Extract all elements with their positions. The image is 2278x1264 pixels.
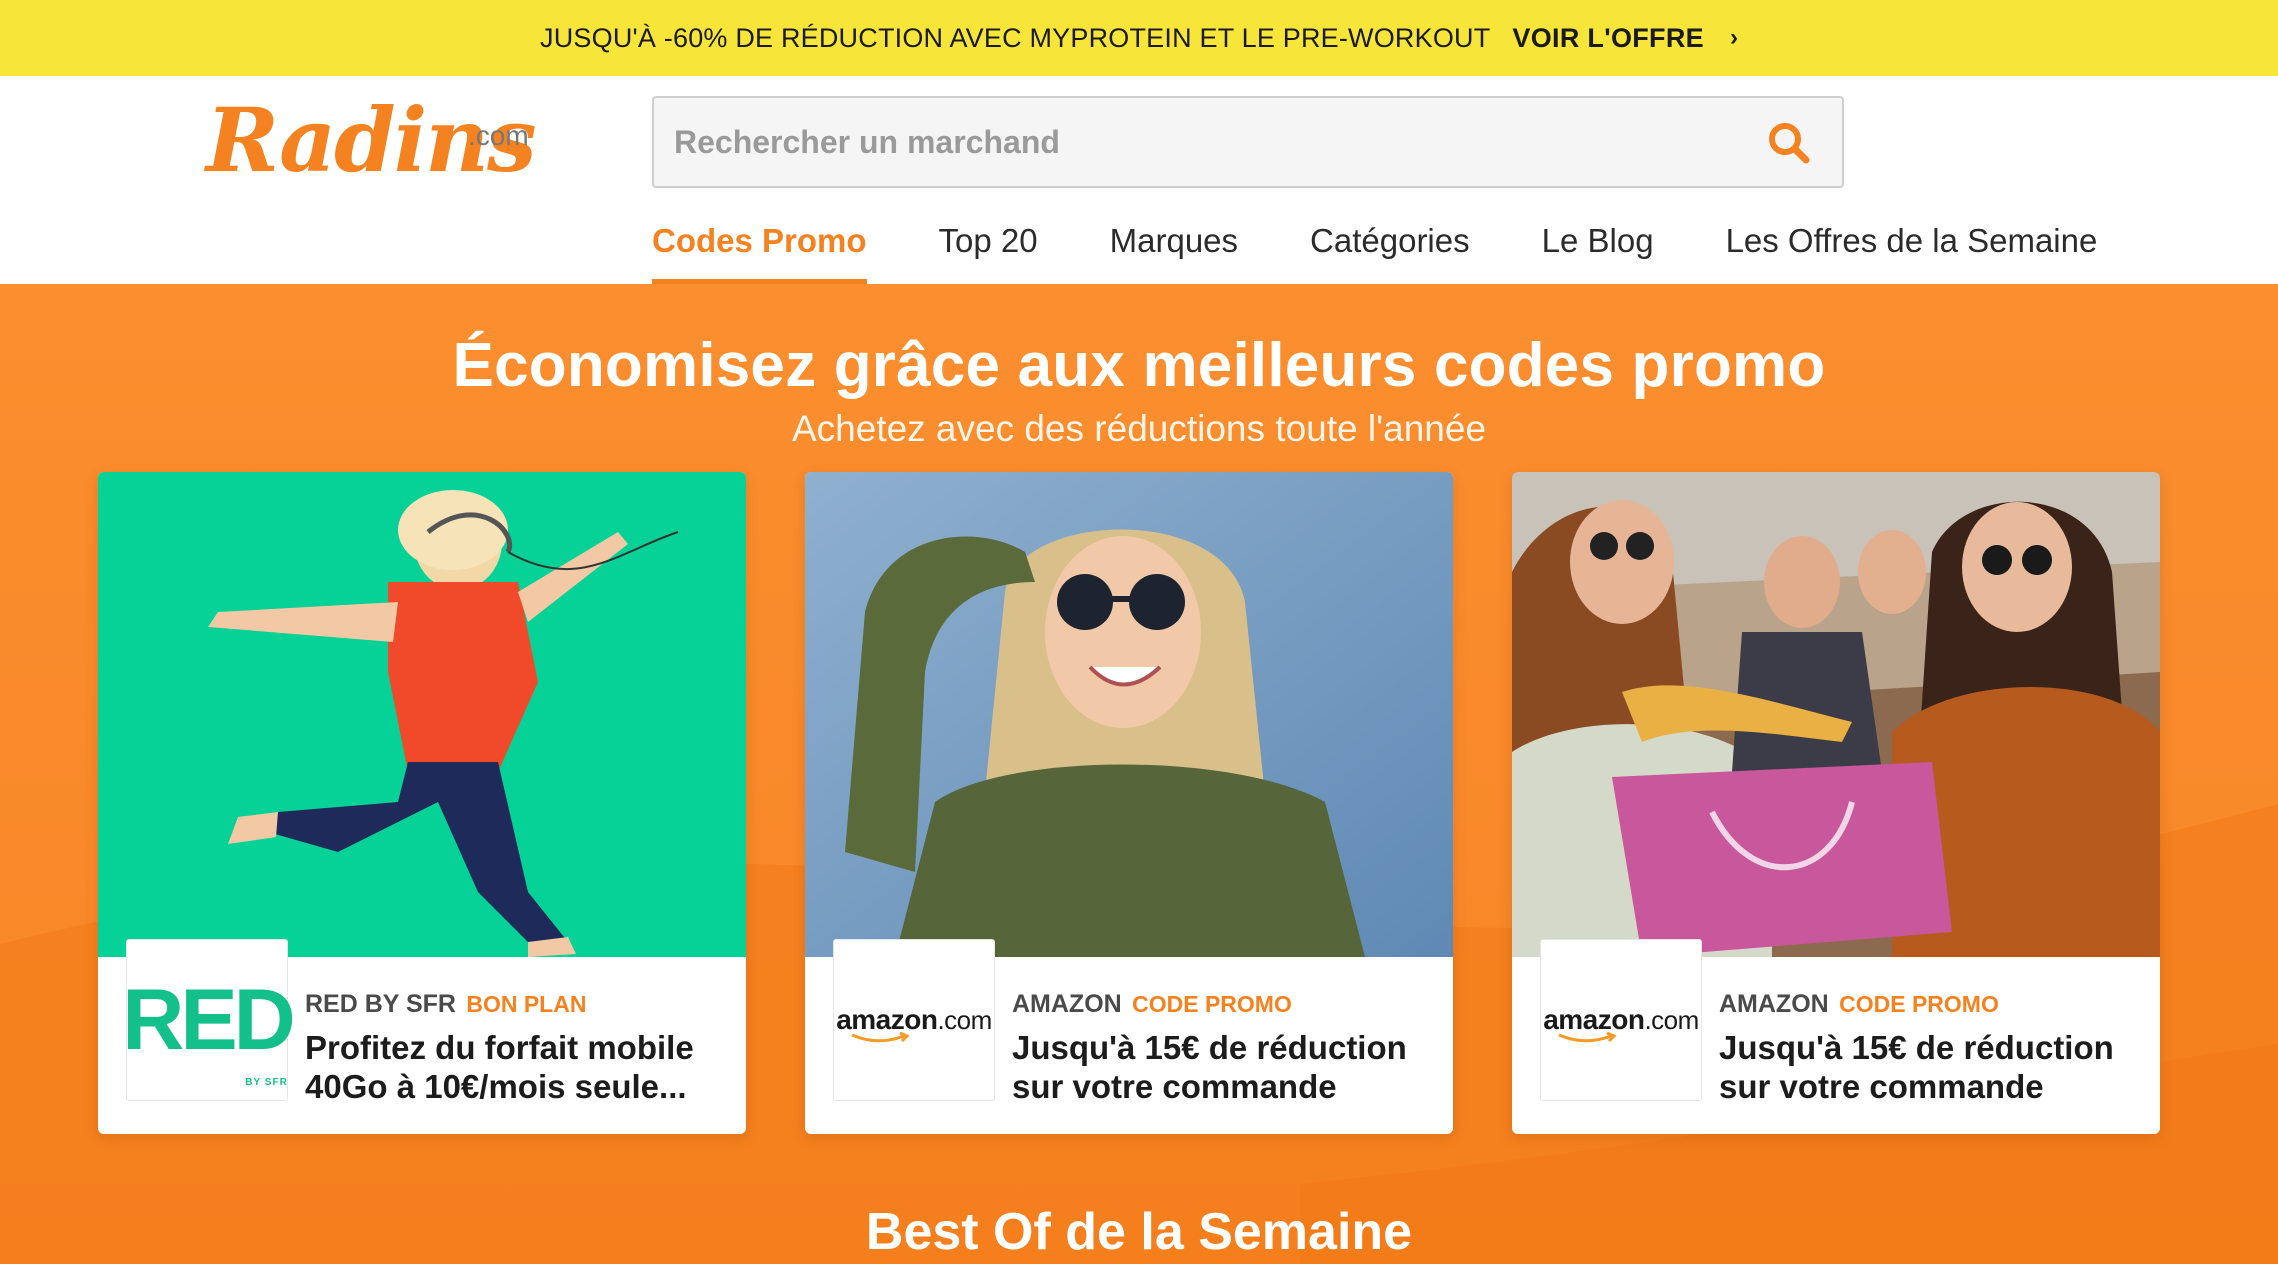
site-logo-suffix: .com xyxy=(468,120,529,151)
chevron-right-icon: › xyxy=(1729,24,1738,51)
red-by-sfr-logo: RED BY SFR xyxy=(122,971,296,1088)
hero-section: Économisez grâce aux meilleurs codes pro… xyxy=(0,284,2278,1264)
nav-item-categories[interactable]: Catégories xyxy=(1310,218,1470,284)
search-box xyxy=(652,96,1844,188)
amazon-smile-icon xyxy=(1558,1032,1617,1043)
offer-type: CODE PROMO xyxy=(1132,991,1292,1017)
nav-item-marques[interactable]: Marques xyxy=(1110,218,1238,284)
merchant-logo[interactable]: amazon.com xyxy=(1540,939,1702,1101)
offer-description[interactable]: Jusqu'à 15€ de réduction sur votre comma… xyxy=(1719,1028,2139,1106)
merchant-name: RED BY SFR xyxy=(305,990,456,1018)
search-input[interactable] xyxy=(654,98,1754,186)
nav-item-offres-semaine[interactable]: Les Offres de la Semaine xyxy=(1726,218,2098,284)
nav-item-codes-promo[interactable]: Codes Promo xyxy=(652,218,867,284)
offer-image[interactable] xyxy=(98,472,746,957)
hero-subtitle: Achetez avec des réductions toute l'anné… xyxy=(791,408,1487,449)
merchant-logo[interactable]: RED BY SFR xyxy=(122,939,296,1101)
offer-meta: RED BY SFR BON PLAN xyxy=(305,990,586,1019)
merchant-name: AMAZON xyxy=(1719,990,1829,1018)
merchant-name: AMAZON xyxy=(1012,990,1122,1018)
section-title-best-of: Best Of de la Semaine xyxy=(865,1203,1413,1261)
offer-description[interactable]: Profitez du forfait mobile 40Go à 10€/mo… xyxy=(305,1028,725,1106)
offer-card[interactable]: RED BY SFR RED BY SFR BON PLAN Profitez … xyxy=(98,472,746,1134)
main-nav: Codes Promo Top 20 Marques Catégories Le… xyxy=(652,218,2097,284)
nav-item-top-20[interactable]: Top 20 xyxy=(939,218,1038,284)
offer-image[interactable] xyxy=(1512,472,2160,957)
offer-card[interactable]: amazon.com AMAZON CODE PROMO Jusqu'à 15€… xyxy=(805,472,1453,1134)
promo-banner-cta[interactable]: VOIR L'OFFRE xyxy=(1512,23,1704,54)
offer-image[interactable] xyxy=(805,472,1453,957)
hero-title: Économisez grâce aux meilleurs codes pro… xyxy=(452,331,1826,400)
amazon-logo: amazon.com xyxy=(836,1004,992,1043)
amazon-logo: amazon.com xyxy=(1543,1004,1699,1043)
promo-banner[interactable]: JUSQU'À -60% DE RÉDUCTION AVEC MYPROTEIN… xyxy=(0,0,2278,76)
offer-meta: AMAZON CODE PROMO xyxy=(1012,990,1292,1019)
offer-type: CODE PROMO xyxy=(1839,991,1999,1017)
offer-description[interactable]: Jusqu'à 15€ de réduction sur votre comma… xyxy=(1012,1028,1432,1106)
amazon-smile-icon xyxy=(851,1032,910,1043)
merchant-logo[interactable]: amazon.com xyxy=(833,939,995,1101)
offer-meta: AMAZON CODE PROMO xyxy=(1719,990,1999,1019)
search-icon[interactable] xyxy=(1766,120,1812,166)
offer-type: BON PLAN xyxy=(466,991,587,1017)
offer-card[interactable]: amazon.com AMAZON CODE PROMO Jusqu'à 15€… xyxy=(1512,472,2160,1134)
promo-banner-message: JUSQU'À -60% DE RÉDUCTION AVEC MYPROTEIN… xyxy=(540,22,1491,53)
nav-item-le-blog[interactable]: Le Blog xyxy=(1542,218,1654,284)
site-header: Radins .com Codes Promo Top 20 Marques C… xyxy=(0,76,2278,284)
